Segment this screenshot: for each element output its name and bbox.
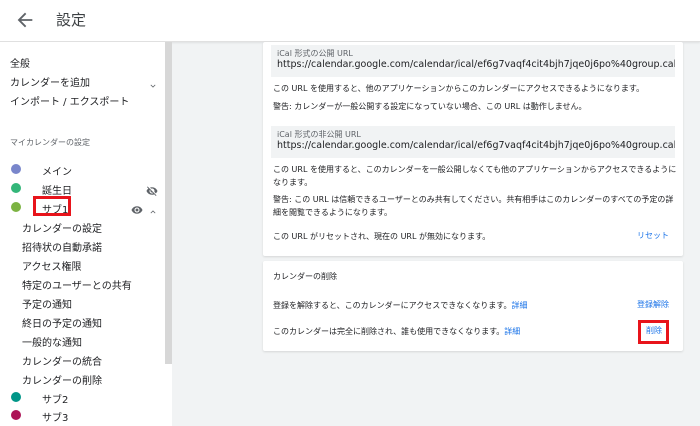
calendar-item-main[interactable]: メイン <box>42 163 72 178</box>
calendar-item-sub3[interactable]: サブ3 <box>42 409 68 424</box>
back-arrow-icon[interactable] <box>14 9 36 31</box>
public-url-label: iCal 形式の公開 URL <box>277 49 353 58</box>
subnav-remove-calendar[interactable]: カレンダーの削除 <box>22 372 102 387</box>
highlight-box <box>638 320 669 344</box>
remove-calendar-card: カレンダーの削除 登録を解除すると、このカレンダーにアクセスできなくなります。詳… <box>263 261 683 351</box>
sidebar-item-general[interactable]: 全般 <box>10 55 30 70</box>
visibility-icon[interactable] <box>131 201 143 214</box>
sidebar-item-import-export[interactable]: インポート / エクスポート <box>10 93 129 108</box>
subnav-share-with-people[interactable]: 特定のユーザーとの共有 <box>22 277 132 292</box>
chevron-up-icon[interactable] <box>148 202 158 214</box>
subnav-general-notifications[interactable]: 一般的な通知 <box>22 334 82 349</box>
calendar-item-sub2[interactable]: サブ2 <box>42 391 68 406</box>
integrate-calendar-card: iCal 形式の公開 URL https://calendar.google.c… <box>263 42 683 256</box>
calendar-color-dot <box>11 410 21 420</box>
delete-learn-more-link[interactable]: 詳細 <box>504 327 520 336</box>
visibility-off-icon[interactable] <box>146 182 158 196</box>
calendar-color-dot <box>11 164 21 174</box>
private-url-warning: 警告: この URL は信頼できるユーザーとのみ共有してください。共有相手はこの… <box>273 195 674 217</box>
remove-calendar-title: カレンダーの削除 <box>273 272 337 281</box>
calendar-color-dot <box>11 392 21 402</box>
subnav-integrate-calendar[interactable]: カレンダーの統合 <box>22 353 102 368</box>
sidebar-scrollbar[interactable] <box>165 42 172 364</box>
public-url-field[interactable]: iCal 形式の公開 URL https://calendar.google.c… <box>271 45 675 77</box>
reset-button[interactable]: リセット <box>637 230 669 241</box>
unsubscribe-learn-more-link[interactable]: 詳細 <box>511 301 527 310</box>
highlight-box <box>33 196 71 216</box>
reset-description: この URL がリセットされ、現在の URL が無効になります。 <box>273 232 491 241</box>
public-url-warning: 警告: カレンダーが一般公開する設定になっていない場合、この URL は動作しま… <box>273 102 587 111</box>
my-calendars-label: マイカレンダーの設定 <box>10 138 90 147</box>
delete-description: このカレンダーは完全に削除され、誰も使用できなくなります。詳細 <box>273 325 520 338</box>
unsubscribe-button[interactable]: 登録解除 <box>637 299 669 310</box>
subnav-calendar-settings[interactable]: カレンダーの設定 <box>22 220 102 235</box>
page-title: 設定 <box>56 11 87 29</box>
chevron-down-icon[interactable] <box>148 76 158 88</box>
subnav-event-notifications[interactable]: 予定の通知 <box>22 296 72 311</box>
unsubscribe-text: 登録を解除すると、このカレンダーにアクセスできなくなります。 <box>273 301 512 310</box>
delete-text: このカレンダーは完全に削除され、誰も使用できなくなります。 <box>273 327 505 336</box>
calendar-color-dot <box>11 183 21 193</box>
private-url-value[interactable]: https://calendar.google.com/calendar/ica… <box>277 140 675 151</box>
subnav-auto-accept[interactable]: 招待状の自動承諾 <box>22 239 102 254</box>
subnav-allday-notifications[interactable]: 終日の予定の通知 <box>22 315 102 330</box>
calendar-color-dot <box>11 202 21 212</box>
calendar-item-birthday[interactable]: 誕生日 <box>42 182 72 197</box>
private-url-field[interactable]: iCal 形式の非公開 URL https://calendar.google.… <box>271 126 675 158</box>
sidebar-item-add-calendar[interactable]: カレンダーを追加 <box>10 74 90 89</box>
subnav-access-permissions[interactable]: アクセス権限 <box>22 258 82 273</box>
unsubscribe-description: 登録を解除すると、このカレンダーにアクセスできなくなります。詳細 <box>273 299 527 312</box>
private-url-label: iCal 形式の非公開 URL <box>277 130 361 139</box>
public-url-value[interactable]: https://calendar.google.com/calendar/ica… <box>277 59 675 70</box>
private-url-description: この URL を使用すると、このカレンダーを一般公開しなくても他のアプリケーショ… <box>273 165 677 187</box>
public-url-description: この URL を使用すると、他のアプリケーションからこのカレンダーにアクセスでき… <box>273 84 645 93</box>
top-bar: 設定 <box>0 0 700 42</box>
